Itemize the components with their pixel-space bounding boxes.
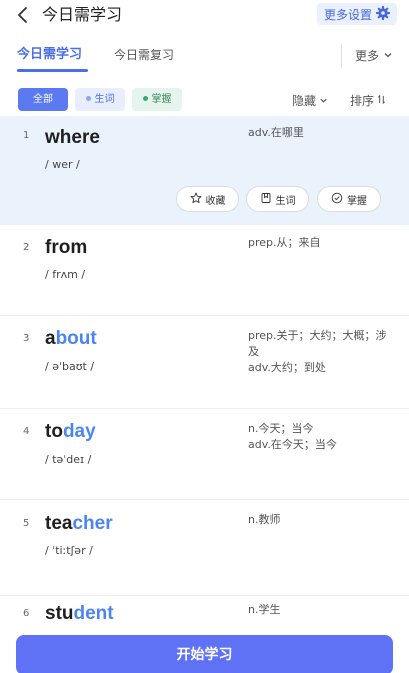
back-icon[interactable] xyxy=(12,4,34,26)
tab-review-today[interactable]: 今日需复习 xyxy=(114,46,174,64)
word-meaning: adv.在哪里 xyxy=(248,126,304,139)
gear-icon xyxy=(375,5,391,23)
word-phonetic: / təˈdeɪ / xyxy=(45,453,92,466)
mastered-dot xyxy=(142,95,148,101)
bookmark-icon xyxy=(260,192,272,207)
word-index: 2 xyxy=(23,242,30,253)
word-text: student xyxy=(45,603,114,624)
word-row[interactable]: 6 student n.学生 xyxy=(0,596,409,628)
word-row[interactable]: 2 from / frʌm / prep.从；来自 xyxy=(0,225,409,316)
sort-button[interactable]: 排序 xyxy=(350,92,386,109)
filter-new-word-label: 生词 xyxy=(94,94,115,105)
check-circle-icon xyxy=(331,192,343,207)
active-tab-indicator xyxy=(17,69,88,72)
tab-divider xyxy=(341,44,342,68)
word-text: today xyxy=(45,421,96,442)
word-meaning: n.学生 xyxy=(248,603,281,616)
word-row[interactable]: 4 today / təˈdeɪ / n.今天；当今 adv.在今天；当今 xyxy=(0,409,409,500)
word-meaning: prep.关于；大约；大概；涉及 adv.大约；到处 xyxy=(248,329,387,374)
mark-mastered-button[interactable]: 掌握 xyxy=(317,186,381,212)
master-label: 掌握 xyxy=(347,195,367,207)
more-label: 更多 xyxy=(355,49,380,63)
word-meaning: n.教师 xyxy=(248,513,281,526)
hide-dropdown[interactable]: 隐藏 xyxy=(292,92,328,109)
word-phonetic: / əˈbaʊt / xyxy=(45,360,95,373)
word-index: 6 xyxy=(23,608,30,619)
mark-new-word-button[interactable]: 生词 xyxy=(246,186,309,212)
more-dropdown[interactable]: 更多 xyxy=(355,47,393,64)
filter-mastered-chip[interactable]: 掌握 xyxy=(132,88,182,111)
new-word-label: 生词 xyxy=(275,195,296,207)
more-settings-label: 更多设置 xyxy=(323,7,372,22)
bottom-bar: 开始学习 xyxy=(0,628,409,673)
sort-label: 排序 xyxy=(350,94,375,108)
tab-study-today[interactable]: 今日需学习 xyxy=(17,46,82,64)
more-settings-button[interactable]: 更多设置 xyxy=(316,3,397,25)
word-index: 4 xyxy=(23,426,30,437)
word-phonetic: / wer / xyxy=(45,158,80,171)
word-row[interactable]: 5 teacher / ˈtiːtʃər / n.教师 xyxy=(0,500,409,596)
word-index: 1 xyxy=(23,130,30,141)
tab-bar: 今日需学习 今日需复习 更多 xyxy=(0,40,409,74)
word-meaning: n.今天；当今 adv.在今天；当今 xyxy=(248,422,337,451)
word-phonetic: / ˈtiːtʃər / xyxy=(45,544,93,557)
word-text: about xyxy=(45,328,97,349)
word-meaning: prep.从；来自 xyxy=(248,236,321,249)
favorite-label: 收藏 xyxy=(205,195,226,207)
filter-bar: 全部 生词 掌握 隐藏 排序 xyxy=(0,88,409,112)
chevron-down-icon xyxy=(319,94,328,108)
new-word-dot xyxy=(85,95,91,101)
page-title: 今日需学习 xyxy=(42,5,123,24)
word-phonetic: / frʌm / xyxy=(45,268,86,281)
word-text: from xyxy=(45,237,88,258)
sort-icon xyxy=(377,94,386,108)
filter-mastered-label: 掌握 xyxy=(151,94,172,105)
word-index: 5 xyxy=(23,518,30,529)
star-icon xyxy=(190,192,202,207)
chevron-down-icon xyxy=(383,49,393,63)
word-row[interactable]: 3 about / əˈbaʊt / prep.关于；大约；大概；涉及 adv.大… xyxy=(0,316,409,409)
top-bar: 今日需学习 更多设置 xyxy=(0,0,409,32)
filter-new-word-chip[interactable]: 生词 xyxy=(75,88,125,111)
word-index: 3 xyxy=(23,333,30,344)
hide-label: 隐藏 xyxy=(292,94,317,108)
start-learning-button[interactable]: 开始学习 xyxy=(16,635,393,673)
favorite-button[interactable]: 收藏 xyxy=(176,186,239,212)
word-text: teacher xyxy=(45,513,113,534)
word-text: where xyxy=(45,127,100,148)
filter-all-chip[interactable]: 全部 xyxy=(18,88,68,111)
